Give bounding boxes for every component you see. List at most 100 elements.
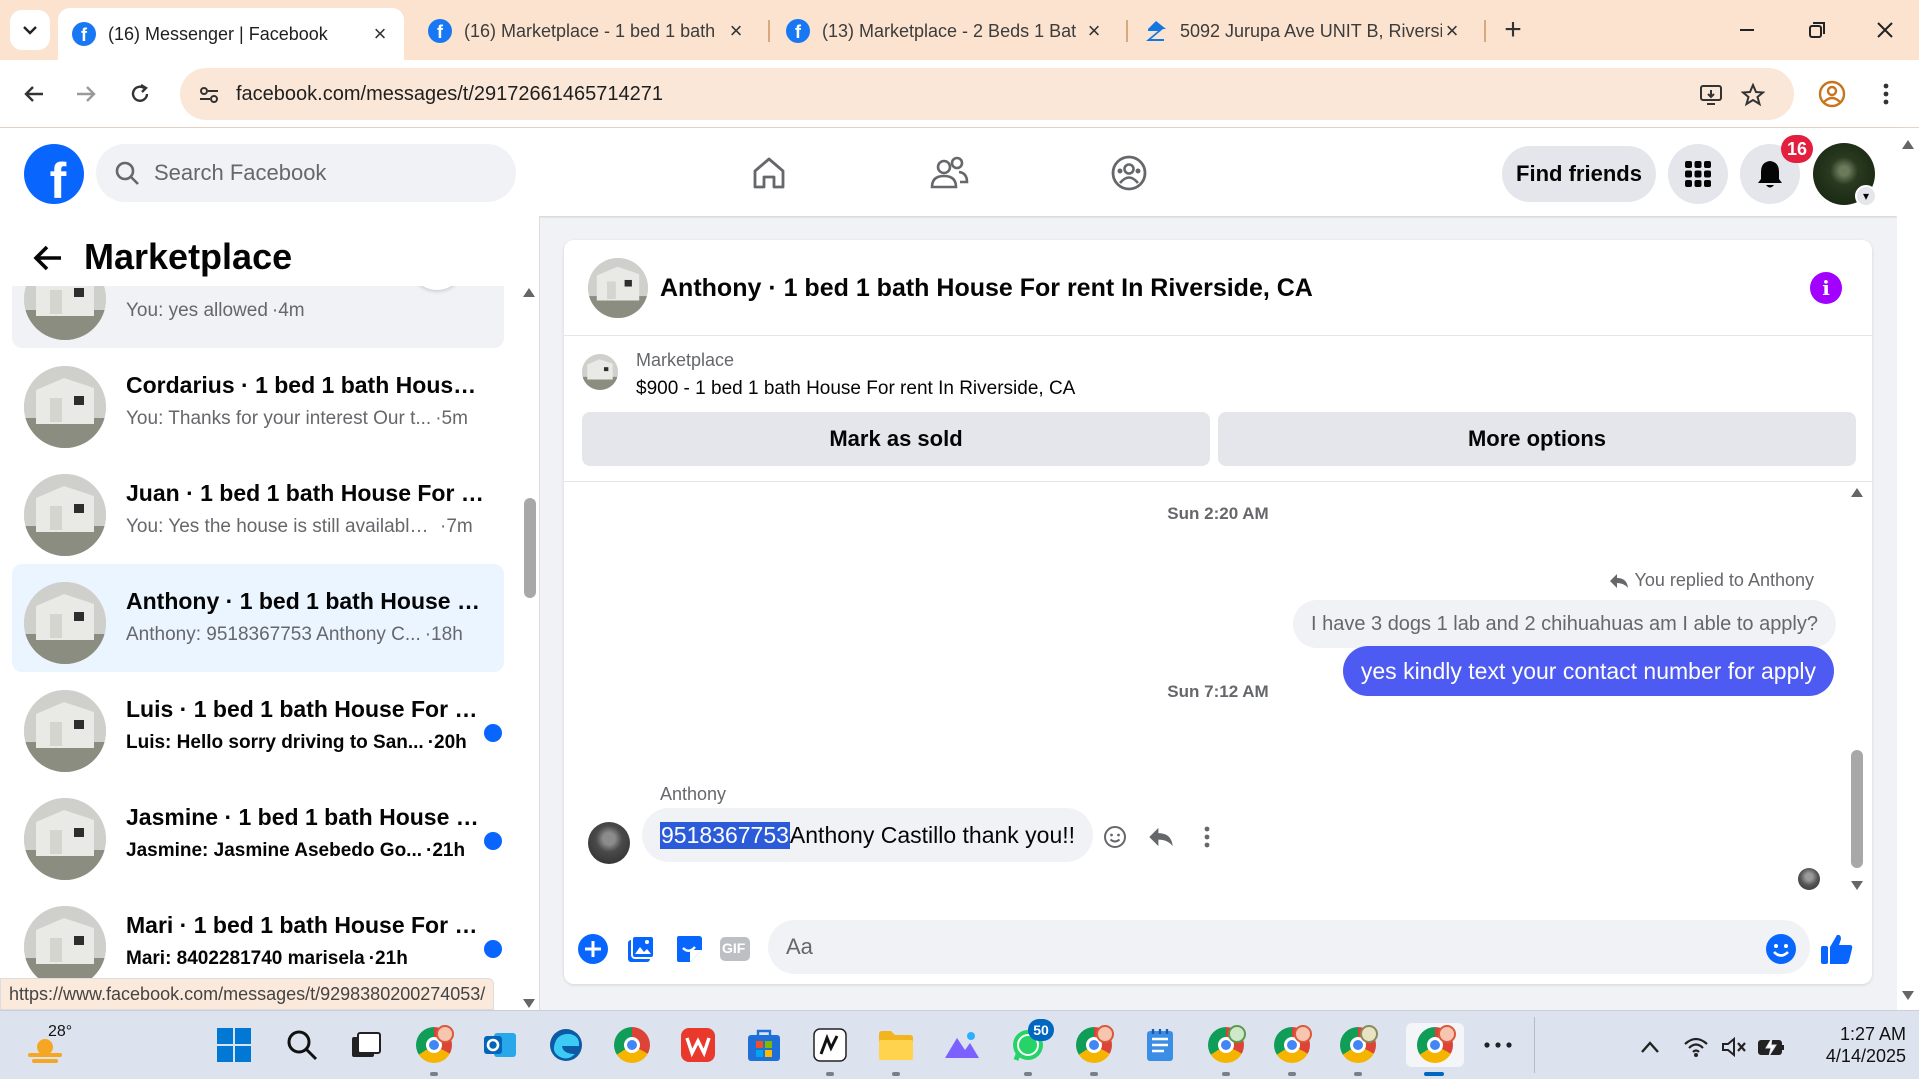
conversation-options-button[interactable] xyxy=(410,286,464,290)
whatsapp-unread-badge: 50 xyxy=(1028,1019,1054,1041)
tab-marketplace-2[interactable]: f (13) Marketplace - 2 Beds 1 Bat × xyxy=(772,8,1118,54)
arrow-right-icon xyxy=(77,86,96,102)
more-options-button[interactable]: More options xyxy=(1218,412,1856,466)
taskbar-edge[interactable] xyxy=(544,1023,588,1067)
taskbar-app-pen[interactable] xyxy=(808,1023,852,1076)
back-button[interactable] xyxy=(28,238,68,278)
new-tab-button[interactable]: + xyxy=(1495,12,1531,48)
forward-button[interactable] xyxy=(66,74,106,114)
reply-icon[interactable] xyxy=(1146,822,1176,852)
chat-avatar[interactable] xyxy=(588,258,648,318)
taskbar-notepad[interactable] xyxy=(1138,1023,1182,1067)
conversation-item[interactable]: Juan · 1 bed 1 bath House For rent In Ri… xyxy=(12,456,504,564)
nav-groups[interactable] xyxy=(1104,148,1154,198)
weather-widget[interactable]: 28° xyxy=(26,1023,86,1069)
conversation-title: Anthony · 1 bed 1 bath House For rent In… xyxy=(126,588,486,614)
reload-button[interactable] xyxy=(120,74,160,114)
taskbar-chrome-3[interactable] xyxy=(1072,1023,1116,1076)
info-icon[interactable]: i xyxy=(1810,272,1842,304)
taskbar-store[interactable] xyxy=(742,1023,786,1067)
sticker-icon xyxy=(677,936,702,962)
profile-button[interactable] xyxy=(1812,74,1852,114)
search-input[interactable]: Search Facebook xyxy=(96,144,516,202)
close-icon[interactable]: × xyxy=(726,18,746,44)
back-button[interactable] xyxy=(14,74,54,114)
site-settings-icon[interactable] xyxy=(194,80,224,110)
start-button[interactable] xyxy=(212,1023,256,1067)
quoted-message[interactable]: I have 3 dogs 1 lab and 2 chihuahuas am … xyxy=(1292,600,1836,648)
browser-menu-button[interactable] xyxy=(1866,74,1906,114)
taskbar-file-explorer[interactable] xyxy=(874,1023,918,1076)
tab-search-button[interactable] xyxy=(10,10,50,50)
bookmark-star-icon[interactable] xyxy=(1738,80,1768,110)
tab-messenger[interactable]: f (16) Messenger | Facebook × xyxy=(58,8,404,60)
close-icon[interactable]: × xyxy=(370,21,390,47)
install-app-icon[interactable] xyxy=(1696,80,1726,110)
like-button[interactable] xyxy=(1820,932,1854,966)
add-attachment-button[interactable] xyxy=(576,932,610,966)
taskbar-overflow-button[interactable] xyxy=(1476,1023,1520,1067)
conversation-item[interactable]: Cordarius · 1 bed 1 bath House For rent … xyxy=(12,348,504,456)
battery-status[interactable] xyxy=(1758,1033,1786,1061)
find-friends-button[interactable]: Find friends xyxy=(1502,146,1656,202)
listing-source: Marketplace xyxy=(636,350,735,370)
emoji-icon xyxy=(1766,934,1796,964)
taskbar-wps[interactable] xyxy=(676,1023,720,1067)
conversation-list-scrollbar[interactable] xyxy=(522,286,536,1008)
close-window-button[interactable] xyxy=(1860,10,1910,50)
page-scrollbar[interactable] xyxy=(1897,128,1919,1010)
taskbar-chrome-4[interactable] xyxy=(1204,1023,1248,1076)
show-hidden-icons[interactable] xyxy=(1636,1033,1664,1061)
account-avatar[interactable]: ▾ xyxy=(1813,143,1877,207)
taskbar-outlook[interactable] xyxy=(478,1023,522,1067)
taskbar-chrome-active[interactable] xyxy=(1406,1023,1464,1076)
chevron-up-icon xyxy=(1641,1041,1659,1053)
conversation-item-selected[interactable]: Anthony · 1 bed 1 bath House For rent In… xyxy=(12,564,504,672)
nav-friends[interactable] xyxy=(924,148,974,198)
close-icon[interactable]: × xyxy=(1442,18,1462,44)
listing-thumbnail[interactable] xyxy=(582,354,618,390)
incoming-message[interactable]: 9518367753 Anthony Castillo thank you!! xyxy=(642,808,1094,862)
task-view-button[interactable] xyxy=(344,1023,388,1067)
taskbar-chrome-5[interactable] xyxy=(1270,1023,1314,1076)
emoji-button[interactable] xyxy=(1764,932,1798,966)
listing-name[interactable]: $900 - 1 bed 1 bath House For rent In Ri… xyxy=(636,378,1075,400)
chat-title[interactable]: Anthony · 1 bed 1 bath House For rent In… xyxy=(660,274,1313,303)
taskbar-chrome-6[interactable] xyxy=(1336,1023,1380,1076)
tab-marketplace-1[interactable]: f (16) Marketplace - 1 bed 1 bath × xyxy=(414,8,760,54)
unread-indicator xyxy=(484,724,502,742)
message-thread: Sun 2:20 AM You replied to Anthony I hav… xyxy=(564,482,1872,902)
taskbar-search[interactable] xyxy=(280,1023,324,1067)
tab-zillow[interactable]: 5092 Jurupa Ave UNIT B, Riversi × xyxy=(1130,8,1476,54)
taskbar-chrome-2[interactable] xyxy=(610,1023,654,1067)
taskbar-chrome[interactable] xyxy=(412,1023,456,1076)
facebook-logo[interactable]: f xyxy=(24,144,84,204)
restore-button[interactable] xyxy=(1792,10,1842,50)
scrollbar-thumb[interactable] xyxy=(1851,750,1863,868)
attach-photo-button[interactable] xyxy=(624,932,658,966)
nav-home[interactable] xyxy=(744,148,794,198)
close-icon[interactable]: × xyxy=(1084,18,1104,44)
more-vertical-icon[interactable] xyxy=(1192,822,1222,852)
conversation-item[interactable]: Luis · 1 bed 1 bath House For rent In Ri… xyxy=(12,672,504,780)
gif-button[interactable]: GIF xyxy=(718,932,752,966)
minimize-button[interactable] xyxy=(1722,10,1772,50)
chat-scrollbar[interactable] xyxy=(1850,486,1864,890)
message-input[interactable]: Aa xyxy=(768,920,1810,974)
taskbar-whatsapp[interactable]: 50 xyxy=(1006,1019,1054,1076)
sender-avatar[interactable] xyxy=(588,822,630,864)
scrollbar-thumb[interactable] xyxy=(524,498,536,598)
mark-as-sold-button[interactable]: Mark as sold xyxy=(582,412,1210,466)
react-emoji-icon[interactable] xyxy=(1100,822,1130,852)
conversation-item[interactable]: You: yes allowed ·4m xyxy=(12,286,504,348)
edge-icon xyxy=(550,1029,582,1061)
profile-badge-icon xyxy=(1438,1025,1456,1043)
omnibox[interactable]: facebook.com/messages/t/2917266146571427… xyxy=(180,68,1794,120)
conversation-item[interactable]: Jasmine · 1 bed 1 bath House For rent In… xyxy=(12,780,504,888)
sticker-button[interactable] xyxy=(672,932,706,966)
taskbar-photos[interactable] xyxy=(940,1023,984,1067)
system-clock[interactable]: 1:27 AM 4/14/2025 xyxy=(1796,1023,1906,1067)
volume-status[interactable] xyxy=(1720,1033,1748,1061)
menu-button[interactable] xyxy=(1668,144,1728,204)
wifi-status[interactable] xyxy=(1682,1033,1710,1061)
